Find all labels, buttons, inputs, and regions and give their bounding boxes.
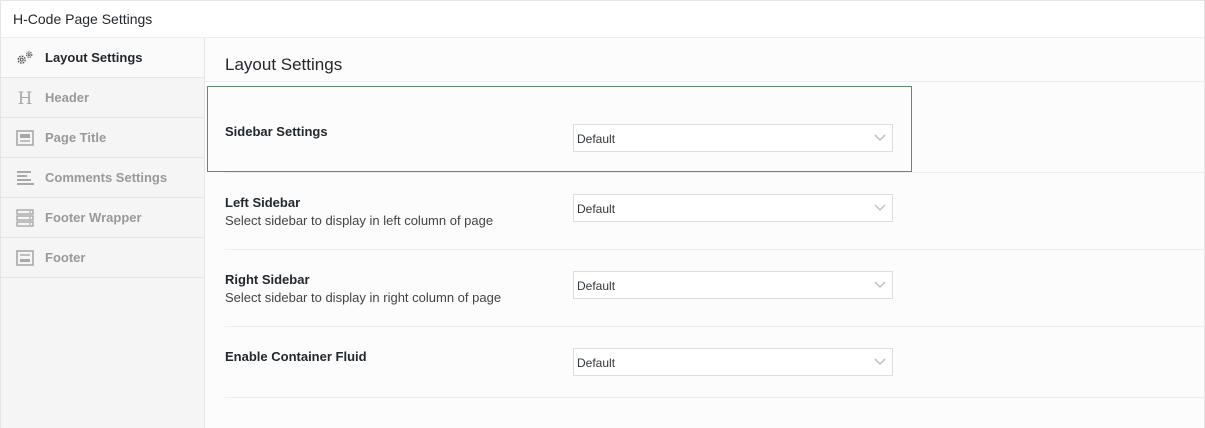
panel-title: H-Code Page Settings xyxy=(13,11,153,27)
sidebar-item-label: Comments Settings xyxy=(45,170,168,185)
svg-text:H: H xyxy=(18,89,33,108)
field-row-sidebar-settings: Sidebar Settings Default xyxy=(205,82,1204,173)
field-description: Select sidebar to display in left column… xyxy=(225,213,494,228)
container-fluid-select[interactable]: Default xyxy=(573,348,893,376)
footer-icon xyxy=(15,248,35,268)
field-label: Sidebar Settings xyxy=(225,124,328,139)
select-value: Default xyxy=(577,279,616,293)
sidebar-settings-select[interactable]: Default xyxy=(573,124,893,152)
sidebar-item-footer-wrapper[interactable]: Footer Wrapper xyxy=(1,198,204,238)
chevron-down-icon xyxy=(874,204,886,211)
field-row-container-fluid: Enable Container Fluid Default xyxy=(205,327,1204,398)
header-h-icon: H xyxy=(15,88,35,108)
sidebar-item-header[interactable]: H Header xyxy=(1,78,204,118)
align-left-icon xyxy=(15,168,35,188)
select-value: Default xyxy=(577,356,616,370)
select-value: Default xyxy=(577,132,616,146)
section-title: Layout Settings xyxy=(225,55,343,74)
settings-content: Layout Settings Sidebar Settings Default… xyxy=(205,38,1204,428)
field-row-left-sidebar: Left Sidebar Select sidebar to display i… xyxy=(205,173,1204,250)
field-label: Right Sidebar xyxy=(225,272,310,287)
sidebar-item-page-title[interactable]: Page Title xyxy=(1,118,204,158)
settings-sidebar: Layout Settings H Header Page Title Comm… xyxy=(1,38,205,428)
sidebar-item-footer[interactable]: Footer xyxy=(1,238,204,278)
field-label: Enable Container Fluid xyxy=(225,349,367,364)
right-sidebar-select[interactable]: Default xyxy=(573,271,893,299)
sidebar-item-label: Footer xyxy=(45,250,86,265)
page-title-icon xyxy=(15,128,35,148)
chevron-down-icon xyxy=(874,281,886,288)
field-description: Select sidebar to display in right colum… xyxy=(225,290,502,305)
sidebar-item-label: Layout Settings xyxy=(45,50,143,65)
sidebar-item-layout-settings[interactable]: Layout Settings xyxy=(1,38,204,78)
chevron-down-icon xyxy=(874,134,886,141)
left-sidebar-select[interactable]: Default xyxy=(573,194,893,222)
gears-icon xyxy=(15,48,35,68)
page-settings-panel: H-Code Page Settings Layout Settings H H… xyxy=(0,0,1205,428)
sidebar-item-label: Header xyxy=(45,90,90,105)
panel-header: H-Code Page Settings xyxy=(1,1,1204,38)
select-value: Default xyxy=(577,202,616,216)
divider xyxy=(225,397,1204,398)
sidebar-item-comments-settings[interactable]: Comments Settings xyxy=(1,158,204,198)
server-icon xyxy=(15,208,35,228)
field-label: Left Sidebar xyxy=(225,195,301,210)
field-row-right-sidebar: Right Sidebar Select sidebar to display … xyxy=(205,250,1204,327)
chevron-down-icon xyxy=(874,358,886,365)
sidebar-item-label: Footer Wrapper xyxy=(45,210,142,225)
sidebar-item-label: Page Title xyxy=(45,130,107,145)
